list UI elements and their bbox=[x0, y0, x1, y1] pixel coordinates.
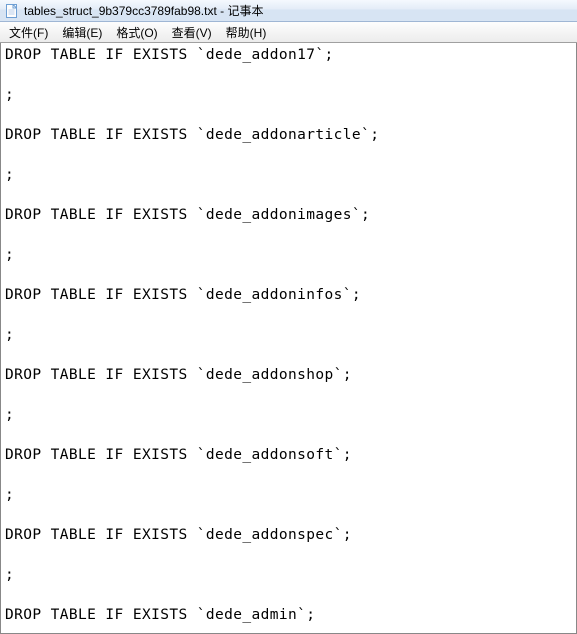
menu-help[interactable]: 帮助(H) bbox=[219, 22, 274, 43]
menu-file[interactable]: 文件(F) bbox=[2, 22, 55, 43]
text-editor[interactable]: DROP TABLE IF EXISTS `dede_addon17`; ; D… bbox=[1, 43, 576, 633]
window-title: tables_struct_9b379cc3789fab98.txt - 记事本 bbox=[24, 2, 264, 19]
editor-frame: DROP TABLE IF EXISTS `dede_addon17`; ; D… bbox=[0, 43, 577, 634]
notepad-window: tables_struct_9b379cc3789fab98.txt - 记事本… bbox=[0, 0, 577, 634]
menu-view[interactable]: 查看(V) bbox=[165, 22, 219, 43]
title-sep: - bbox=[217, 4, 228, 18]
menu-format[interactable]: 格式(O) bbox=[109, 22, 164, 43]
notepad-icon bbox=[4, 3, 20, 19]
titlebar[interactable]: tables_struct_9b379cc3789fab98.txt - 记事本 bbox=[0, 0, 577, 22]
title-filename: tables_struct_9b379cc3789fab98.txt bbox=[24, 4, 217, 18]
menubar: 文件(F) 编辑(E) 格式(O) 查看(V) 帮助(H) bbox=[0, 22, 577, 43]
title-appname: 记事本 bbox=[227, 4, 263, 18]
menu-edit[interactable]: 编辑(E) bbox=[55, 22, 109, 43]
